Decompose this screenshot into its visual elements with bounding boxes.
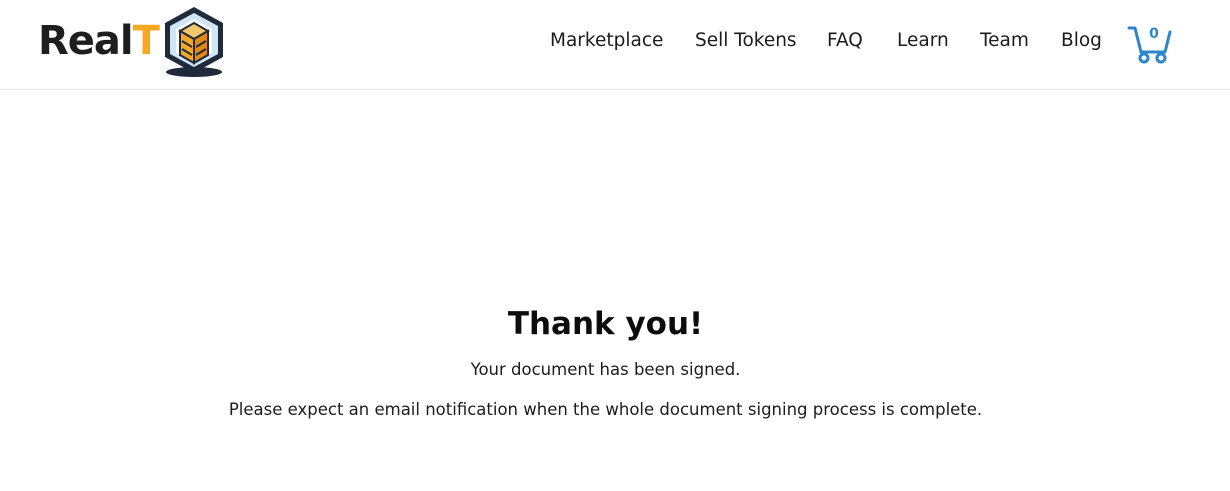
main-nav: Marketplace Sell Tokens FAQ Learn Team B… <box>0 28 1230 54</box>
nav-team[interactable]: Team <box>980 28 1029 54</box>
site-header: RealT Marketplace Sell Tokens FAQ Learn … <box>0 0 1230 90</box>
main-content: Thank you! Your document has been signed… <box>0 90 1230 491</box>
page-title: Thank you! <box>507 306 704 342</box>
notification-note: Please expect an email notification when… <box>228 400 983 419</box>
cart-button[interactable]: 0 <box>1127 24 1173 64</box>
nav-faq[interactable]: FAQ <box>827 28 863 54</box>
nav-sell-tokens[interactable]: Sell Tokens <box>695 28 797 54</box>
nav-marketplace[interactable]: Marketplace <box>550 28 663 54</box>
nav-blog[interactable]: Blog <box>1061 28 1102 54</box>
confirmation-message: Your document has been signed. <box>470 360 741 379</box>
nav-learn[interactable]: Learn <box>897 28 949 54</box>
cart-count-badge: 0 <box>1149 26 1159 42</box>
